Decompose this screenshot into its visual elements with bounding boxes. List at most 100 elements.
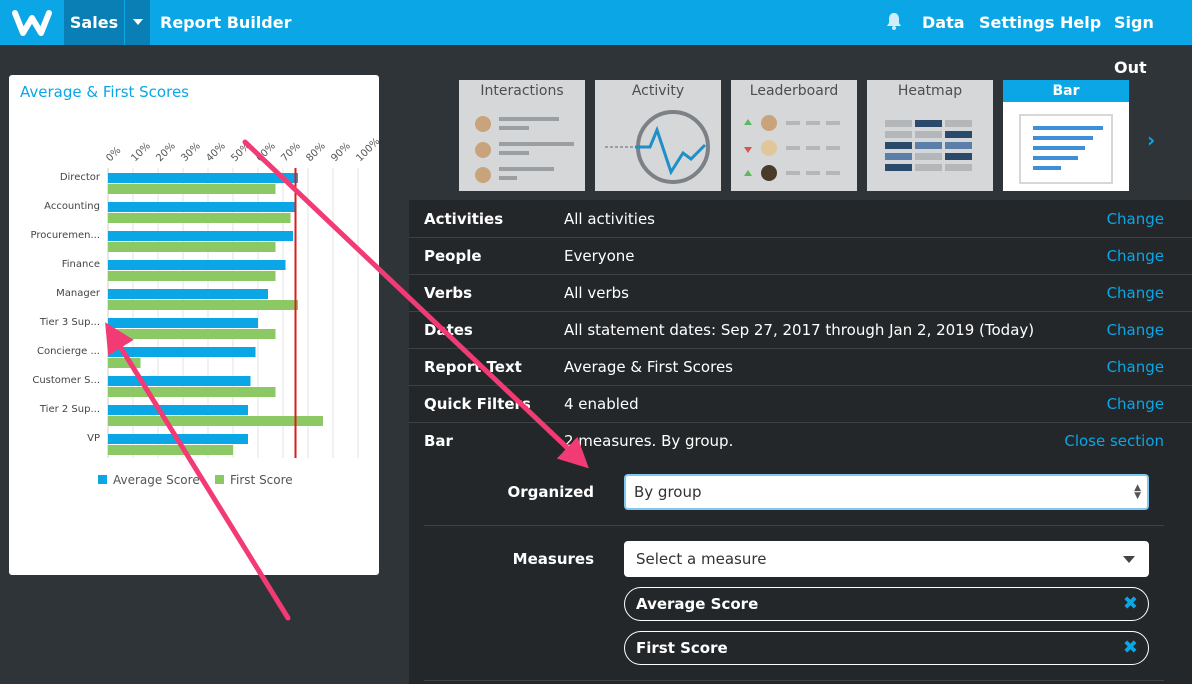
setting-value: All statement dates: Sep 27, 2017 throug… xyxy=(564,321,1035,339)
app-switcher-button[interactable]: Sales xyxy=(64,0,124,45)
legend-swatch xyxy=(215,475,224,484)
setting-row-people: People Everyone Change xyxy=(409,238,1192,275)
x-tick-label: 0% xyxy=(104,145,123,164)
bell-icon[interactable] xyxy=(886,12,902,30)
organized-select[interactable]: By group ▲ ▼ xyxy=(624,474,1149,510)
measure-chip-label: First Score xyxy=(636,639,728,657)
bar-average-score xyxy=(108,173,298,183)
setting-key: Report Text xyxy=(424,358,522,376)
organized-value: By group xyxy=(634,483,702,501)
bar-average-score xyxy=(108,289,268,299)
logo-icon[interactable] xyxy=(0,0,64,45)
activity-thumbnail-icon xyxy=(605,110,710,184)
y-category-label: Accounting xyxy=(44,201,100,212)
chart-type-activity[interactable]: Activity xyxy=(595,80,721,191)
measure-chip-average-score: Average Score ✖ xyxy=(624,587,1149,621)
setting-key: Bar xyxy=(424,432,453,450)
setting-row-dates: Dates All statement dates: Sep 27, 2017 … xyxy=(409,312,1192,349)
measure-chip-label: Average Score xyxy=(636,595,759,613)
x-tick-label: 80% xyxy=(304,141,328,165)
setting-key: Activities xyxy=(424,210,504,228)
setting-value: All activities xyxy=(564,210,655,228)
setting-value: All verbs xyxy=(564,284,629,302)
change-activities-link[interactable]: Change xyxy=(1107,210,1164,228)
x-tick-label: 50% xyxy=(229,141,253,165)
change-dates-link[interactable]: Change xyxy=(1107,321,1164,339)
x-tick-label: 40% xyxy=(204,141,228,165)
change-people-link[interactable]: Change xyxy=(1107,247,1164,265)
bar-first-score xyxy=(108,184,276,194)
chart-type-leaderboard[interactable]: Leaderboard xyxy=(731,80,857,191)
leaderboard-thumbnail-icon xyxy=(744,115,840,181)
divider xyxy=(424,525,1164,526)
bar-first-score xyxy=(108,213,291,223)
x-tick-label: 70% xyxy=(279,141,303,165)
legend-label: Average Score xyxy=(113,473,200,487)
nav-help[interactable]: Help xyxy=(1060,0,1101,45)
y-category-label: Finance xyxy=(62,259,100,270)
organized-label: Organized xyxy=(507,483,594,501)
bar-thumbnail-icon xyxy=(1019,114,1113,184)
y-category-label: Manager xyxy=(56,288,101,299)
setting-value: 2 measures. By group. xyxy=(564,432,734,450)
setting-value: 4 enabled xyxy=(564,395,639,413)
y-category-label: Tier 3 Sup... xyxy=(39,317,100,328)
x-tick-label: 100% xyxy=(354,136,379,164)
divider xyxy=(424,680,1164,681)
setting-value: Everyone xyxy=(564,247,635,265)
bar-first-score xyxy=(108,242,276,252)
y-category-label: Director xyxy=(60,172,101,183)
chart-type-interactions[interactable]: Interactions xyxy=(459,80,585,191)
chart-type-bar[interactable]: Bar xyxy=(1003,80,1129,191)
bar-average-score xyxy=(108,260,286,270)
y-category-label: Procuremen... xyxy=(30,230,100,241)
setting-value: Average & First Scores xyxy=(564,358,733,376)
change-report-text-link[interactable]: Change xyxy=(1107,358,1164,376)
bar-first-score xyxy=(108,271,276,281)
change-verbs-link[interactable]: Change xyxy=(1107,284,1164,302)
bar-average-score xyxy=(108,202,296,212)
bar-average-score xyxy=(108,376,251,386)
setting-row-report-text: Report Text Average & First Scores Chang… xyxy=(409,349,1192,386)
select-arrows-icon: ▲ ▼ xyxy=(1134,483,1141,501)
report-preview-card: Average & First Scores 0% 10% 20% 30% 40% 50%… xyxy=(9,75,379,575)
legend-swatch xyxy=(98,475,107,484)
close-section-link[interactable]: Close section xyxy=(1064,432,1164,450)
setting-key: Verbs xyxy=(424,284,473,302)
x-tick-label: 30% xyxy=(179,141,203,165)
x-tick-label: 90% xyxy=(329,141,353,165)
setting-row-verbs: Verbs All verbs Change xyxy=(409,275,1192,312)
setting-row-quick-filters: Quick Filters 4 enabled Change xyxy=(409,386,1192,423)
chart-type-picker: Interactions Activity Leaderboard Heatma… xyxy=(409,75,1192,200)
x-tick-label: 20% xyxy=(154,141,178,165)
caret-down-icon xyxy=(1123,556,1135,563)
measure-chip-first-score: First Score ✖ xyxy=(624,631,1149,665)
chart-type-heatmap[interactable]: Heatmap xyxy=(867,80,993,191)
change-quick-filters-link[interactable]: Change xyxy=(1107,395,1164,413)
remove-icon[interactable]: ✖ xyxy=(1123,632,1138,664)
chevron-down-icon[interactable] xyxy=(125,0,150,45)
setting-row-bar: Bar 2 measures. By group. Close section xyxy=(409,423,1192,460)
bar-first-score xyxy=(108,387,276,397)
bar-first-score xyxy=(108,416,323,426)
remove-icon[interactable]: ✖ xyxy=(1123,588,1138,620)
nav-data[interactable]: Data xyxy=(922,0,965,45)
nav-settings[interactable]: Settings xyxy=(979,0,1055,45)
bar-chart: 0% 10% 20% 30% 40% 50% 60% 70% 80% 90% 100% Directo… xyxy=(30,136,379,487)
measure-select-placeholder: Select a measure xyxy=(636,550,767,568)
top-navigation-bar: Sales Report Builder Data Settings Help … xyxy=(0,0,1192,77)
y-category-label: Customer S... xyxy=(32,375,100,386)
setting-key: People xyxy=(424,247,482,265)
bar-first-score xyxy=(108,329,276,339)
bar-average-score xyxy=(108,405,248,415)
x-tick-label: 60% xyxy=(254,141,278,165)
y-category-label: Tier 2 Sup... xyxy=(39,404,100,415)
chevron-right-icon[interactable]: › xyxy=(1147,128,1155,152)
heatmap-thumbnail-icon xyxy=(885,120,972,171)
measure-select[interactable]: Select a measure xyxy=(624,541,1149,577)
bar-first-score xyxy=(108,358,141,368)
y-category-label: Concierge ... xyxy=(37,346,100,357)
measures-label: Measures xyxy=(512,550,594,568)
interactions-thumbnail-icon xyxy=(475,116,574,183)
page-title: Report Builder xyxy=(160,13,292,32)
